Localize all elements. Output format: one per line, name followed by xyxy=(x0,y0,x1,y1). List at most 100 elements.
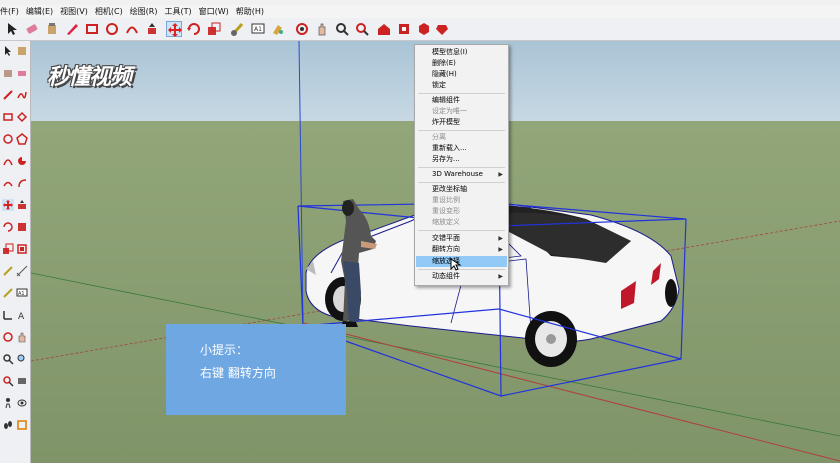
ctx-scale-definition: 缩放定义 xyxy=(432,218,460,226)
ruby-icon[interactable] xyxy=(434,21,450,37)
ctx-save-as[interactable]: 另存为... xyxy=(416,154,507,165)
footprint-icon[interactable] xyxy=(2,419,14,431)
pushpull-icon[interactable] xyxy=(16,199,28,211)
polygon-icon[interactable] xyxy=(16,133,28,145)
ctx-flip-along[interactable]: 翻转方向 ▶ xyxy=(416,244,507,255)
tip-body: 右键 翻转方向 xyxy=(200,366,276,380)
ctx-intersect-faces[interactable]: 交错平面 ▶ xyxy=(416,233,507,244)
rotate-icon[interactable] xyxy=(2,221,14,233)
ctx-dynamic-components-label: 动态组件 xyxy=(432,272,460,280)
main-toolbar: A1 xyxy=(0,18,840,41)
menu-bar: 件(F) 编辑(E) 视图(V) 相机(C) 绘图(R) 工具(T) 窗口(W)… xyxy=(0,5,840,19)
arc-icon[interactable] xyxy=(2,177,14,189)
menu-camera[interactable]: 相机(C) xyxy=(95,6,123,17)
rectangle-icon[interactable] xyxy=(84,21,100,37)
move-icon[interactable] xyxy=(2,199,14,211)
scale-icon[interactable] xyxy=(2,243,14,255)
submenu-arrow-icon: ▶ xyxy=(498,246,503,253)
svg-text:A: A xyxy=(18,312,25,321)
paint-bucket-icon[interactable] xyxy=(2,67,14,79)
select-icon[interactable] xyxy=(2,45,14,57)
pie-icon[interactable] xyxy=(16,155,28,167)
svg-text:A1: A1 xyxy=(18,291,25,297)
arc-icon[interactable] xyxy=(2,155,14,167)
warehouse-icon[interactable] xyxy=(376,21,392,37)
menu-draw[interactable]: 绘图(R) xyxy=(130,6,158,17)
paint-bucket-icon[interactable] xyxy=(44,21,60,37)
ctx-change-axes[interactable]: 更改坐标轴 xyxy=(416,184,507,195)
freehand-icon[interactable] xyxy=(16,89,28,101)
circle-icon[interactable] xyxy=(2,133,14,145)
mouse-cursor-icon xyxy=(450,258,462,271)
tape-measure-icon[interactable] xyxy=(2,265,14,277)
eraser-icon[interactable] xyxy=(16,67,28,79)
context-menu: 模型信息(I) 删除(E) 隐藏(H) 锁定 编辑组件 设定为唯一 炸开模型 分… xyxy=(414,44,509,286)
rotated-rectangle-icon[interactable] xyxy=(16,111,28,123)
3d-text-icon[interactable]: A xyxy=(16,309,28,321)
axes-icon[interactable] xyxy=(2,309,14,321)
circle-icon[interactable] xyxy=(104,21,120,37)
pencil-icon[interactable] xyxy=(64,21,80,37)
menu-edit[interactable]: 编辑(E) xyxy=(26,6,53,17)
ctx-make-unique: 设定为唯一 xyxy=(432,107,467,115)
scale-icon[interactable] xyxy=(206,21,222,37)
text-icon[interactable]: A1 xyxy=(16,287,28,299)
zoom-icon[interactable] xyxy=(334,21,350,37)
rectangle-icon[interactable] xyxy=(2,111,14,123)
section-icon[interactable] xyxy=(16,419,28,431)
orbit-icon[interactable] xyxy=(2,331,14,343)
orbit-icon[interactable] xyxy=(294,21,310,37)
menu-help[interactable]: 帮助(H) xyxy=(236,6,264,17)
ctx-intersect-faces-label: 交错平面 xyxy=(432,234,460,242)
ctx-3d-warehouse[interactable]: 3D Warehouse ▶ xyxy=(416,169,507,180)
ctx-reset-scale: 重设比例 xyxy=(432,196,460,204)
ctx-lock[interactable]: 锁定 xyxy=(416,80,507,91)
tip-box: 小提示： 右键 翻转方向 xyxy=(166,324,346,415)
ctx-hide[interactable]: 隐藏(H) xyxy=(416,69,507,80)
ctx-dynamic-components[interactable]: 动态组件 ▶ xyxy=(416,271,507,282)
zoom-icon[interactable] xyxy=(2,353,14,365)
protractor-icon[interactable] xyxy=(2,287,14,299)
ctx-reset-skew: 重设变形 xyxy=(432,207,460,215)
ctx-3d-warehouse-label: 3D Warehouse xyxy=(432,170,483,178)
move-icon[interactable] xyxy=(166,21,182,37)
ctx-edit-component[interactable]: 编辑组件 xyxy=(416,95,507,106)
tape-measure-icon[interactable] xyxy=(230,21,246,37)
extension-icon[interactable] xyxy=(396,21,412,37)
pan-icon[interactable] xyxy=(16,331,28,343)
ctx-explode[interactable]: 炸开模型 xyxy=(416,117,507,128)
menu-tools[interactable]: 工具(T) xyxy=(165,6,192,17)
look-around-icon[interactable] xyxy=(16,397,28,409)
pushpull-icon[interactable] xyxy=(144,21,160,37)
offset-icon[interactable] xyxy=(16,243,28,255)
paint-icon[interactable] xyxy=(270,21,286,37)
position-camera-icon[interactable] xyxy=(16,375,28,387)
rotate-icon[interactable] xyxy=(186,21,202,37)
component-icon[interactable] xyxy=(16,45,28,57)
watermark-logo: 秒懂视频 xyxy=(47,65,132,90)
eraser-icon[interactable] xyxy=(24,21,40,37)
menu-window[interactable]: 窗口(W) xyxy=(199,6,229,17)
zoom-extents-icon[interactable] xyxy=(2,375,14,387)
menu-view[interactable]: 视图(V) xyxy=(60,6,88,17)
ctx-model-info[interactable]: 模型信息(I) xyxy=(416,47,507,58)
left-toolbar: A1 A xyxy=(0,41,31,463)
menu-file[interactable]: 件(F) xyxy=(0,6,19,17)
arc-icon[interactable] xyxy=(124,21,140,37)
select-icon[interactable] xyxy=(4,21,20,37)
line-icon[interactable] xyxy=(2,89,14,101)
ctx-reload[interactable]: 重新载入... xyxy=(416,143,507,154)
tip-title: 小提示： xyxy=(200,343,249,357)
ctx-delete[interactable]: 删除(E) xyxy=(416,58,507,69)
zoom-window-icon[interactable] xyxy=(16,353,28,365)
component-icon[interactable] xyxy=(416,21,432,37)
dimension-icon[interactable] xyxy=(16,265,28,277)
follow-me-icon[interactable] xyxy=(16,221,28,233)
walk-icon[interactable] xyxy=(2,397,14,409)
arc-icon[interactable] xyxy=(16,177,28,189)
submenu-arrow-icon: ▶ xyxy=(498,235,503,242)
submenu-arrow-icon: ▶ xyxy=(498,273,503,280)
zoom-extents-icon[interactable] xyxy=(354,21,370,37)
text-icon[interactable]: A1 xyxy=(250,21,266,37)
pan-icon[interactable] xyxy=(314,21,330,37)
